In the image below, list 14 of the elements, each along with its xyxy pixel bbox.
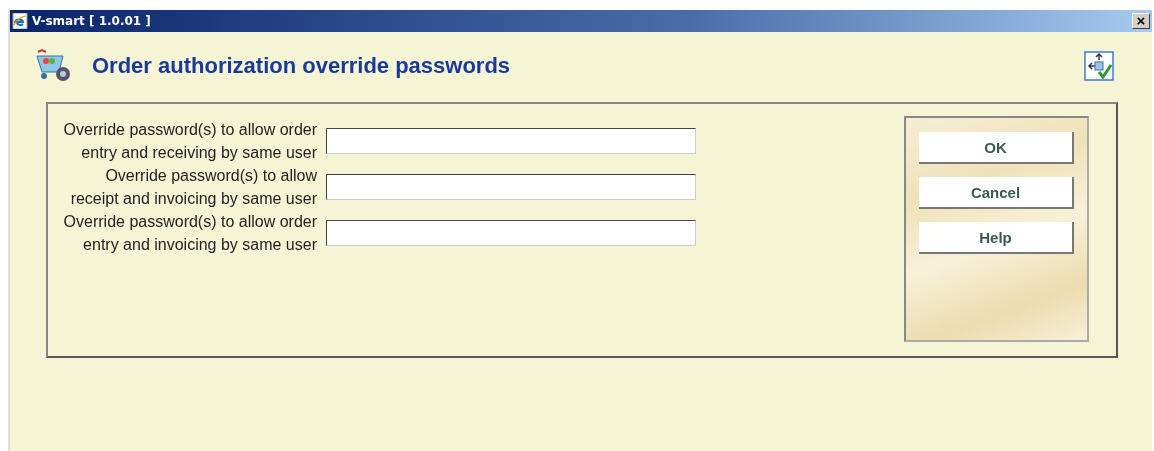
password-field[interactable] — [326, 174, 696, 200]
field-label: Override password(s) to allow order entry and invoicing by same user — [62, 212, 317, 255]
move-check-icon[interactable] — [1084, 51, 1114, 81]
window-title: V-smart [ 1.0.01 ] — [32, 14, 151, 28]
password-field[interactable] — [326, 220, 696, 246]
close-button[interactable]: × — [1132, 13, 1150, 29]
page-title: Order authorization override passwords — [92, 53, 511, 79]
field-label: Override password(s) to allow receipt and invoicing by same user — [69, 166, 317, 209]
password-field[interactable] — [326, 128, 696, 154]
action-button[interactable]: OK — [919, 132, 1074, 164]
action-button[interactable]: Help — [919, 222, 1074, 254]
browser-icon — [12, 13, 28, 29]
field-label: Override password(s) to allow order entry and receiving by same user — [62, 120, 317, 163]
action-button[interactable]: Cancel — [919, 177, 1074, 209]
